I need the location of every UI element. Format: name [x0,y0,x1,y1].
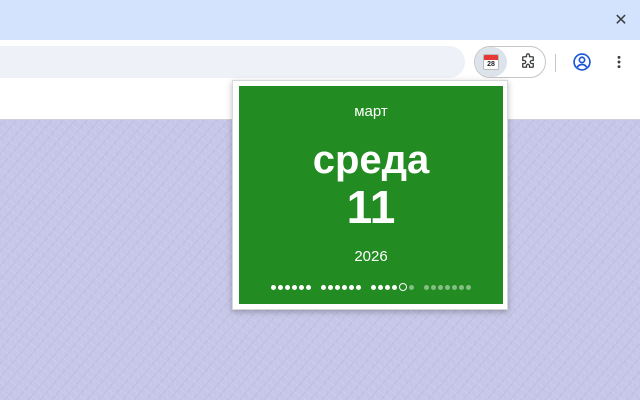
day-dot [424,284,429,290]
day-dot [438,284,443,290]
year-label: 2026 [354,248,388,265]
week-dots [371,283,414,291]
calendar-popup: март среда 11 2026 [232,80,508,310]
day-dot [392,284,397,290]
calendar-card: март среда 11 2026 [239,86,503,304]
day-dot [306,284,311,290]
puzzle-icon [522,53,534,68]
calendar-extension-button[interactable]: 28 [475,47,507,77]
day-dot [299,284,304,290]
weekday-label: среда [312,138,430,182]
day-dot [285,284,290,290]
day-dot [292,284,297,290]
week-dots [424,284,471,290]
day-dot [385,284,390,290]
day-number: 11 [346,181,396,233]
profile-button[interactable] [567,47,597,77]
day-dot [409,284,414,290]
calendar-icon: 28 [483,54,499,70]
month-progress-dots [239,281,503,293]
day-dot [271,284,276,290]
day-dot [431,284,436,290]
day-dot [452,284,457,290]
day-dot [378,284,383,290]
menu-button[interactable] [604,47,634,77]
close-icon[interactable]: ✕ [610,9,632,31]
calendar-icon-day: 28 [487,61,495,68]
day-dot [466,284,471,290]
account-circle-icon [573,53,591,71]
today-dot [399,283,407,291]
day-dot [445,284,450,290]
more-vert-icon [617,55,621,69]
day-dot [349,284,354,290]
month-label: март [354,103,388,120]
day-dot [335,284,340,290]
day-dot [356,284,361,290]
week-dots [321,284,361,290]
day-dot [278,284,283,290]
day-dot [321,284,326,290]
extensions-button[interactable] [513,47,543,77]
toolbar-divider [555,54,556,72]
week-dots [271,284,311,290]
day-dot [328,284,333,290]
browser-toolbar: 28 [0,40,640,84]
address-bar[interactable] [0,46,465,78]
day-dot [459,284,464,290]
day-dot [371,284,376,290]
browser-title-bar: ✕ [0,0,640,40]
day-dot [342,284,347,290]
